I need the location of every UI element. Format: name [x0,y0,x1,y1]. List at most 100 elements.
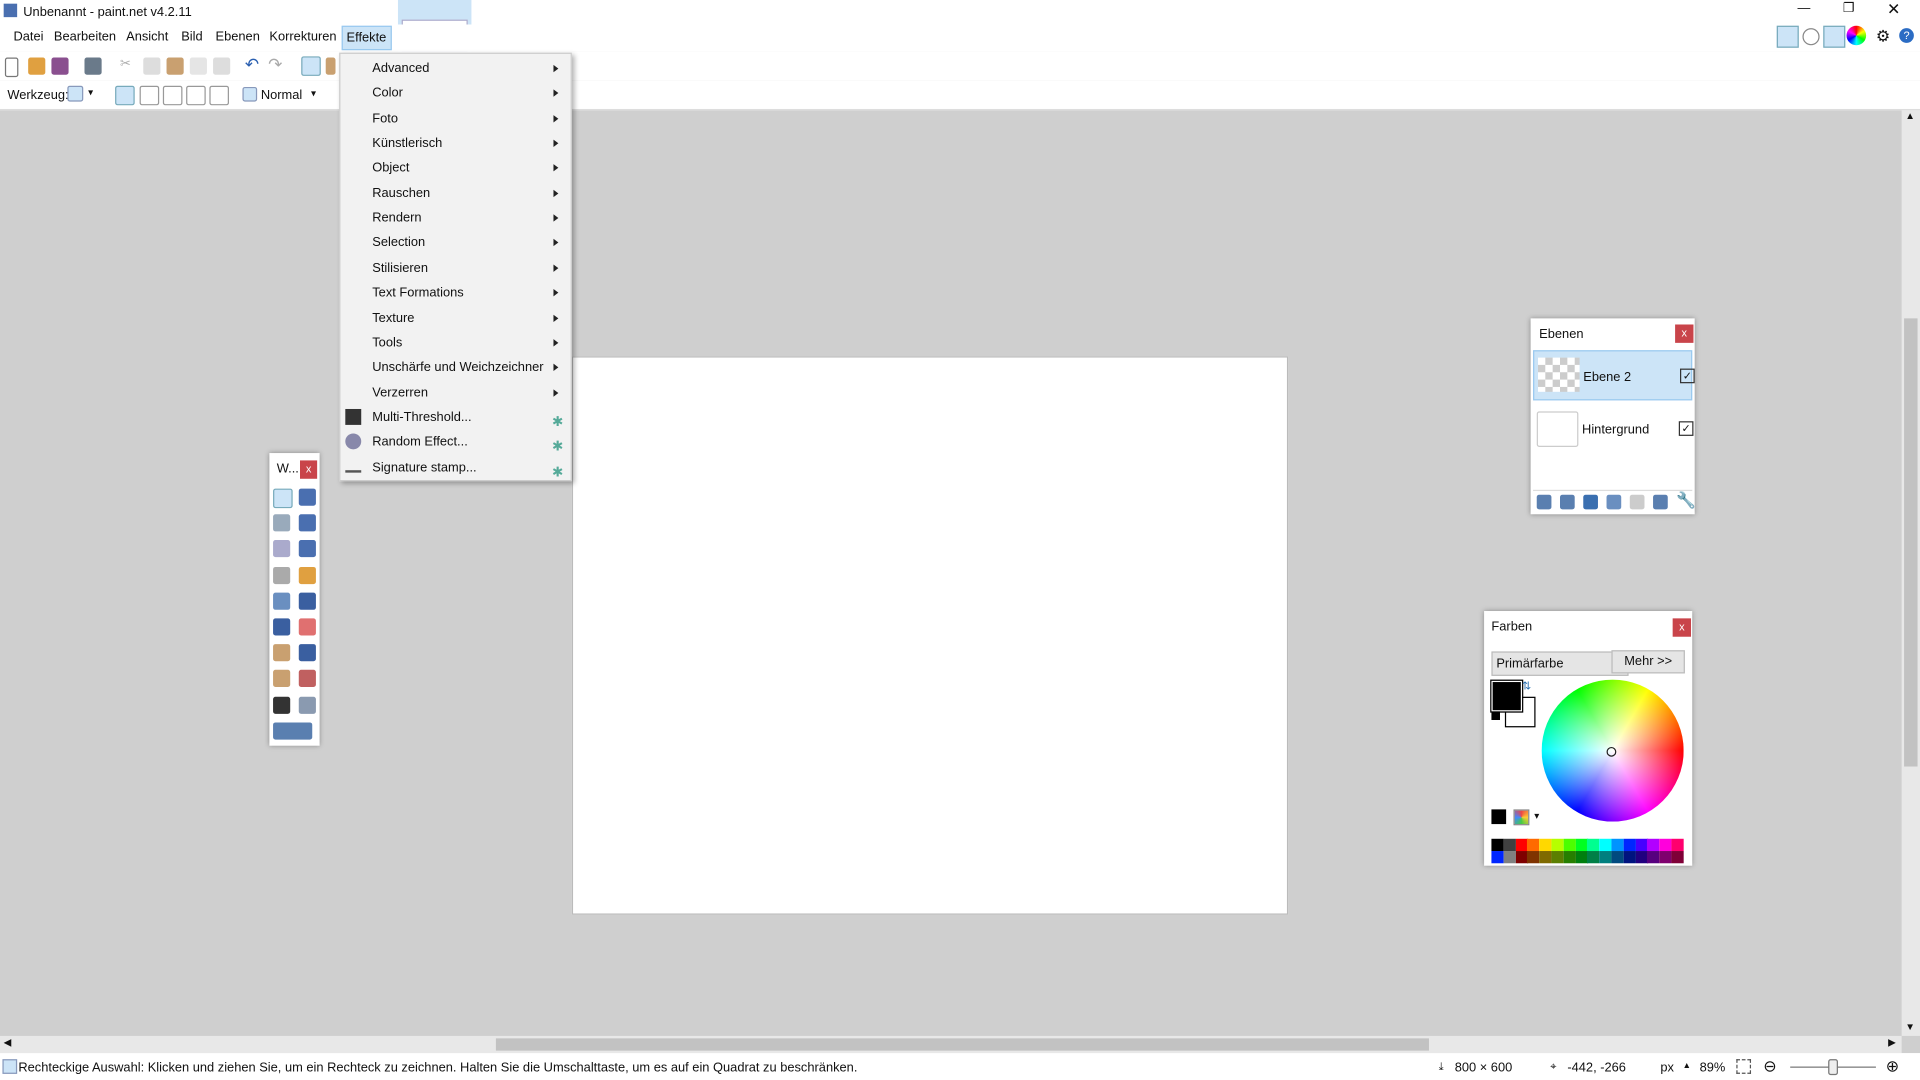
tool-dropdown-chevron-icon[interactable]: ▾ [88,87,93,98]
menu-bild[interactable]: Bild [178,29,207,44]
grid-icon[interactable] [301,56,321,76]
reset-colors-icon[interactable] [1491,711,1501,721]
color-picker-tool-icon[interactable] [298,644,316,662]
effects-menu-item[interactable]: Foto [372,106,568,130]
rectangle-select-tool-icon[interactable] [273,488,293,509]
settings-gear-icon[interactable]: ⚙ [1876,27,1890,47]
move-layer-up-icon[interactable] [1629,494,1645,510]
zoom-tool-icon[interactable] [298,540,316,558]
pencil-tool-icon[interactable] [273,644,291,662]
palette-swatch[interactable] [1623,838,1636,852]
effects-menu-item[interactable]: Rauschen [372,181,568,205]
open-folder-icon[interactable] [28,57,46,75]
effects-menu-item[interactable]: Künstlerisch [372,131,568,155]
palette-swatch[interactable] [1563,838,1576,852]
zoom-slider[interactable] [1790,1059,1876,1076]
color-wheel-handle[interactable] [1606,746,1617,757]
layer-row[interactable]: Ebene 2 ✓ [1533,350,1695,401]
recolor-tool-icon[interactable] [298,670,316,688]
palette-swatch[interactable] [1635,851,1648,864]
effects-menu-item[interactable]: Texture [372,306,568,330]
undo-icon[interactable]: ↶ [245,54,259,75]
palette-swatch[interactable] [1611,838,1624,852]
layer-row[interactable]: Hintergrund ✓ [1533,404,1694,454]
zoom-out-icon[interactable]: ⊖ [1763,1057,1776,1077]
palette-swatch[interactable] [1611,851,1624,864]
palette-swatch[interactable] [1491,838,1504,852]
move-selected-tool-icon[interactable] [298,514,316,532]
move-layer-down-icon[interactable] [1653,494,1668,510]
tool-selector-button[interactable] [67,85,84,102]
layer-properties-wrench-icon[interactable]: 🔧 [1676,491,1696,511]
print-icon[interactable] [84,57,102,75]
palette-swatch[interactable] [1647,851,1660,864]
effects-menu-item[interactable]: Text Formations [372,281,568,305]
swap-colors-icon[interactable]: ⇅ [1522,680,1531,693]
palette-swatch[interactable] [1527,838,1540,852]
palette-swatch[interactable] [1599,851,1612,864]
merge-layer-down-icon[interactable] [1606,494,1622,510]
new-file-icon[interactable] [4,57,19,78]
image-canvas[interactable] [571,356,1289,915]
selection-mode-invert[interactable] [209,85,229,106]
palette-swatch[interactable] [1659,838,1672,852]
add-layer-icon[interactable] [1536,494,1552,510]
paintbrush-tool-icon[interactable] [273,618,291,636]
palette-swatch[interactable] [1527,851,1540,864]
pan-tool-icon[interactable] [298,566,316,584]
copy-icon[interactable] [143,57,161,75]
palette-swatch[interactable] [1551,838,1564,852]
magic-wand-tool-icon[interactable] [273,566,291,584]
horizontal-scrollbar[interactable]: ◀ ▶ [0,1035,1902,1054]
tools-toggle-button[interactable] [1776,25,1799,48]
history-button[interactable] [1802,28,1820,46]
color-palette[interactable] [1491,838,1684,864]
zoom-level[interactable]: 89% [1700,1060,1726,1075]
layer-visibility-checkbox[interactable]: ✓ [1678,421,1694,436]
add-to-palette-icon[interactable] [1491,809,1507,825]
ruler-icon[interactable] [325,57,336,75]
palette-swatch[interactable] [1635,838,1648,852]
unit-chevron-icon[interactable]: ▲ [1682,1062,1690,1071]
palette-swatch[interactable] [1671,838,1684,852]
menu-effekte[interactable]: Effekte [341,25,392,51]
palette-menu-icon[interactable] [1513,809,1530,826]
palette-swatch[interactable] [1515,851,1528,864]
selection-mode-exclude[interactable] [162,85,183,106]
lasso-select-tool-icon[interactable] [273,514,291,532]
effects-menu-item[interactable]: Stilisieren [372,256,568,280]
palette-swatch[interactable] [1503,838,1516,852]
effects-menu-item[interactable]: Random Effect... ✱ [345,430,568,455]
menu-bearbeiten[interactable]: Bearbeiten [50,29,120,44]
move-selection-tool-icon[interactable] [298,488,316,506]
effects-menu-item[interactable]: Object [372,156,568,180]
horizontal-scroll-thumb[interactable] [495,1038,1429,1051]
line-curve-tool-icon[interactable] [298,696,316,714]
save-icon[interactable] [51,57,69,75]
palette-swatch[interactable] [1671,851,1684,864]
vertical-scroll-thumb[interactable] [1904,318,1918,767]
selection-mode-intersect[interactable] [186,85,206,106]
effects-menu-item[interactable]: Multi-Threshold... ✱ [345,405,568,430]
effects-menu-item[interactable]: Tools [372,330,568,354]
effects-menu-item[interactable]: Selection [372,231,568,255]
palette-swatch[interactable] [1623,851,1636,864]
shapes-tool-icon[interactable] [273,722,313,740]
effects-menu-item[interactable]: Rendern [372,206,568,230]
palette-swatch[interactable] [1575,851,1588,864]
gradient-tool-icon[interactable] [298,592,316,610]
selection-mode-union[interactable] [139,85,160,106]
selection-mode-replace[interactable] [115,85,135,106]
effects-menu-item[interactable]: Advanced [372,56,568,80]
palette-swatch[interactable] [1659,851,1672,864]
color-wheel[interactable] [1541,679,1684,822]
text-tool-icon[interactable] [273,696,291,714]
effects-menu-item[interactable]: Verzerren [372,380,568,404]
blend-mode-dropdown[interactable]: Normal [261,88,302,103]
menu-ansicht[interactable]: Ansicht [122,29,172,44]
more-button[interactable]: Mehr >> [1611,650,1685,674]
clone-stamp-tool-icon[interactable] [273,670,291,688]
palette-swatch[interactable] [1539,838,1552,852]
colors-toggle-button[interactable] [1846,25,1867,46]
paste-icon[interactable] [166,57,184,75]
